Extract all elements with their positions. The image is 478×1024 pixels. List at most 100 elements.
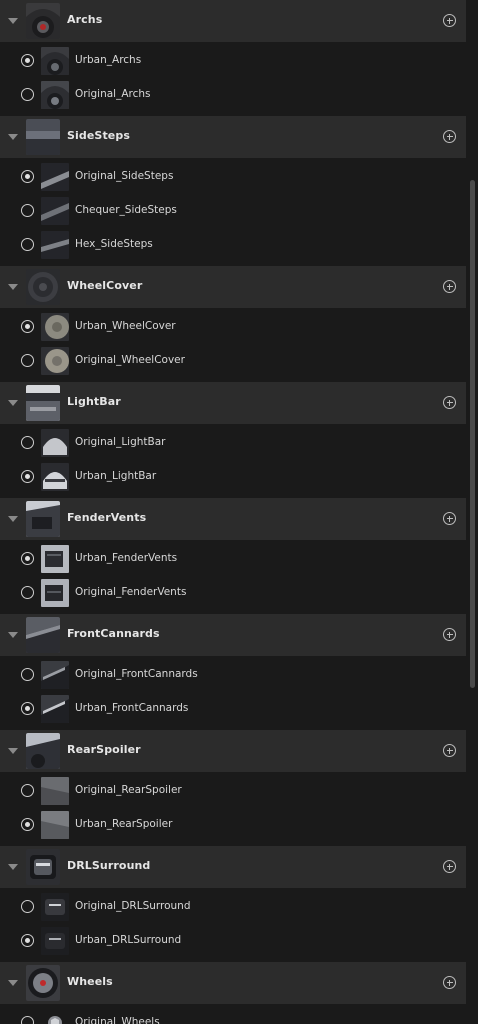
add-variant-icon[interactable] [443, 976, 456, 989]
collapse-arrow-icon[interactable] [8, 18, 18, 24]
radio-unchecked-icon[interactable] [21, 668, 34, 681]
option-label: Original_WheelCover [75, 354, 185, 366]
add-variant-icon[interactable] [443, 628, 456, 641]
option-label: Urban_WheelCover [75, 320, 176, 332]
option-label: Hex_SideSteps [75, 238, 153, 250]
fendervents-urban-thumbnail-icon [41, 545, 69, 573]
arch-original-thumbnail-icon [41, 81, 69, 109]
variant-option[interactable]: Original_FrontCannards [0, 658, 466, 692]
collapse-arrow-icon[interactable] [8, 864, 18, 870]
radio-checked-icon[interactable] [21, 702, 34, 715]
option-label: Urban_Archs [75, 54, 142, 66]
add-variant-icon[interactable] [443, 280, 456, 293]
variant-option[interactable]: Original_FenderVents [0, 576, 466, 610]
variant-option[interactable]: Urban_FenderVents [0, 542, 466, 576]
group-header-lightbar[interactable]: LightBar [0, 382, 466, 424]
radio-checked-icon[interactable] [21, 170, 34, 183]
radio-unchecked-icon[interactable] [21, 204, 34, 217]
radio-unchecked-icon[interactable] [21, 354, 34, 367]
scrollbar-thumb[interactable] [470, 180, 475, 688]
variant-option[interactable]: Urban_LightBar [0, 460, 466, 494]
variant-option[interactable]: Original_LightBar [0, 426, 466, 460]
option-label: Original_FrontCannards [75, 668, 198, 680]
radio-unchecked-icon[interactable] [21, 1016, 34, 1024]
radio-checked-icon[interactable] [21, 818, 34, 831]
group-header-drlsurround[interactable]: DRLSurround [0, 846, 466, 888]
variant-option[interactable]: Urban_FrontCannards [0, 692, 466, 726]
option-label: Chequer_SideSteps [75, 204, 177, 216]
radio-unchecked-icon[interactable] [21, 900, 34, 913]
radio-checked-icon[interactable] [21, 320, 34, 333]
variant-option[interactable]: Original_SideSteps [0, 160, 466, 194]
option-label: Original_Archs [75, 88, 151, 100]
collapse-arrow-icon[interactable] [8, 748, 18, 754]
add-variant-icon[interactable] [443, 14, 456, 27]
group-options: Urban_Archs Original_Archs [0, 42, 466, 114]
collapse-arrow-icon[interactable] [8, 134, 18, 140]
radio-checked-icon[interactable] [21, 470, 34, 483]
group-header-wheels[interactable]: Wheels [0, 962, 466, 1004]
sidestep-original-thumbnail-icon [41, 163, 69, 191]
wheelcover-urban-thumbnail-icon [41, 313, 69, 341]
variant-option[interactable]: Original_RearSpoiler [0, 774, 466, 808]
variant-option[interactable]: Original_DRLSurround [0, 890, 466, 924]
group-options: Original_LightBar Urban_LightBar [0, 424, 466, 496]
variant-option[interactable]: Urban_RearSpoiler [0, 808, 466, 842]
group-options: Original_SideSteps Chequer_SideSteps Hex_S… [0, 158, 466, 264]
fendervents-thumbnail-icon [26, 501, 60, 537]
radio-unchecked-icon[interactable] [21, 436, 34, 449]
variant-option[interactable]: Original_WheelCover [0, 344, 466, 378]
wheels-original-thumbnail-icon [41, 1009, 69, 1024]
add-variant-icon[interactable] [443, 512, 456, 525]
add-variant-icon[interactable] [443, 860, 456, 873]
group-title: FrontCannards [67, 627, 160, 640]
radio-checked-icon[interactable] [21, 54, 34, 67]
add-variant-icon[interactable] [443, 744, 456, 757]
sidestep-thumbnail-icon [26, 119, 60, 155]
arch-thumbnail-icon [26, 3, 60, 39]
radio-checked-icon[interactable] [21, 552, 34, 565]
fendervents-original-thumbnail-icon [41, 579, 69, 607]
group-options: Original_RearSpoiler Urban_RearSpoiler [0, 772, 466, 844]
variant-option[interactable]: Original_Archs [0, 78, 466, 112]
frontcannards-urban-thumbnail-icon [41, 695, 69, 723]
sidestep-hex-thumbnail-icon [41, 231, 69, 259]
group-title: SideSteps [67, 129, 130, 142]
group-header-wheelcover[interactable]: WheelCover [0, 266, 466, 308]
group-header-frontcannards[interactable]: FrontCannards [0, 614, 466, 656]
variant-option[interactable]: Chequer_SideSteps [0, 194, 466, 228]
collapse-arrow-icon[interactable] [8, 980, 18, 986]
group-header-fendervents[interactable]: FenderVents [0, 498, 466, 540]
collapse-arrow-icon[interactable] [8, 516, 18, 522]
rearspoiler-thumbnail-icon [26, 733, 60, 769]
variant-option[interactable]: Hex_SideSteps [0, 228, 466, 262]
group-header-archs[interactable]: Archs [0, 0, 466, 42]
radio-unchecked-icon[interactable] [21, 586, 34, 599]
radio-unchecked-icon[interactable] [21, 784, 34, 797]
radio-checked-icon[interactable] [21, 934, 34, 947]
option-label: Urban_LightBar [75, 470, 157, 482]
variant-option[interactable]: Urban_Archs [0, 44, 466, 78]
variant-option[interactable]: Urban_DRLSurround [0, 924, 466, 958]
collapse-arrow-icon[interactable] [8, 400, 18, 406]
drlsurround-urban-thumbnail-icon [41, 927, 69, 955]
drlsurround-thumbnail-icon [26, 849, 60, 885]
collapse-arrow-icon[interactable] [8, 632, 18, 638]
radio-unchecked-icon[interactable] [21, 88, 34, 101]
radio-unchecked-icon[interactable] [21, 238, 34, 251]
variant-option[interactable]: Urban_WheelCover [0, 310, 466, 344]
option-label: Urban_FenderVents [75, 552, 178, 564]
add-variant-icon[interactable] [443, 130, 456, 143]
frontcannards-thumbnail-icon [26, 617, 60, 653]
group-header-sidesteps[interactable]: SideSteps [0, 116, 466, 158]
add-variant-icon[interactable] [443, 396, 456, 409]
wheels-thumbnail-icon [26, 965, 60, 1001]
rearspoiler-original-thumbnail-icon [41, 777, 69, 805]
variant-option[interactable]: Original_Wheels [0, 1006, 466, 1024]
group-options: Urban_WheelCover Original_WheelCover [0, 308, 466, 380]
group-title: Wheels [67, 975, 113, 988]
arch-urban-thumbnail-icon [41, 47, 69, 75]
group-title: DRLSurround [67, 859, 151, 872]
group-header-rearspoiler[interactable]: RearSpoiler [0, 730, 466, 772]
collapse-arrow-icon[interactable] [8, 284, 18, 290]
